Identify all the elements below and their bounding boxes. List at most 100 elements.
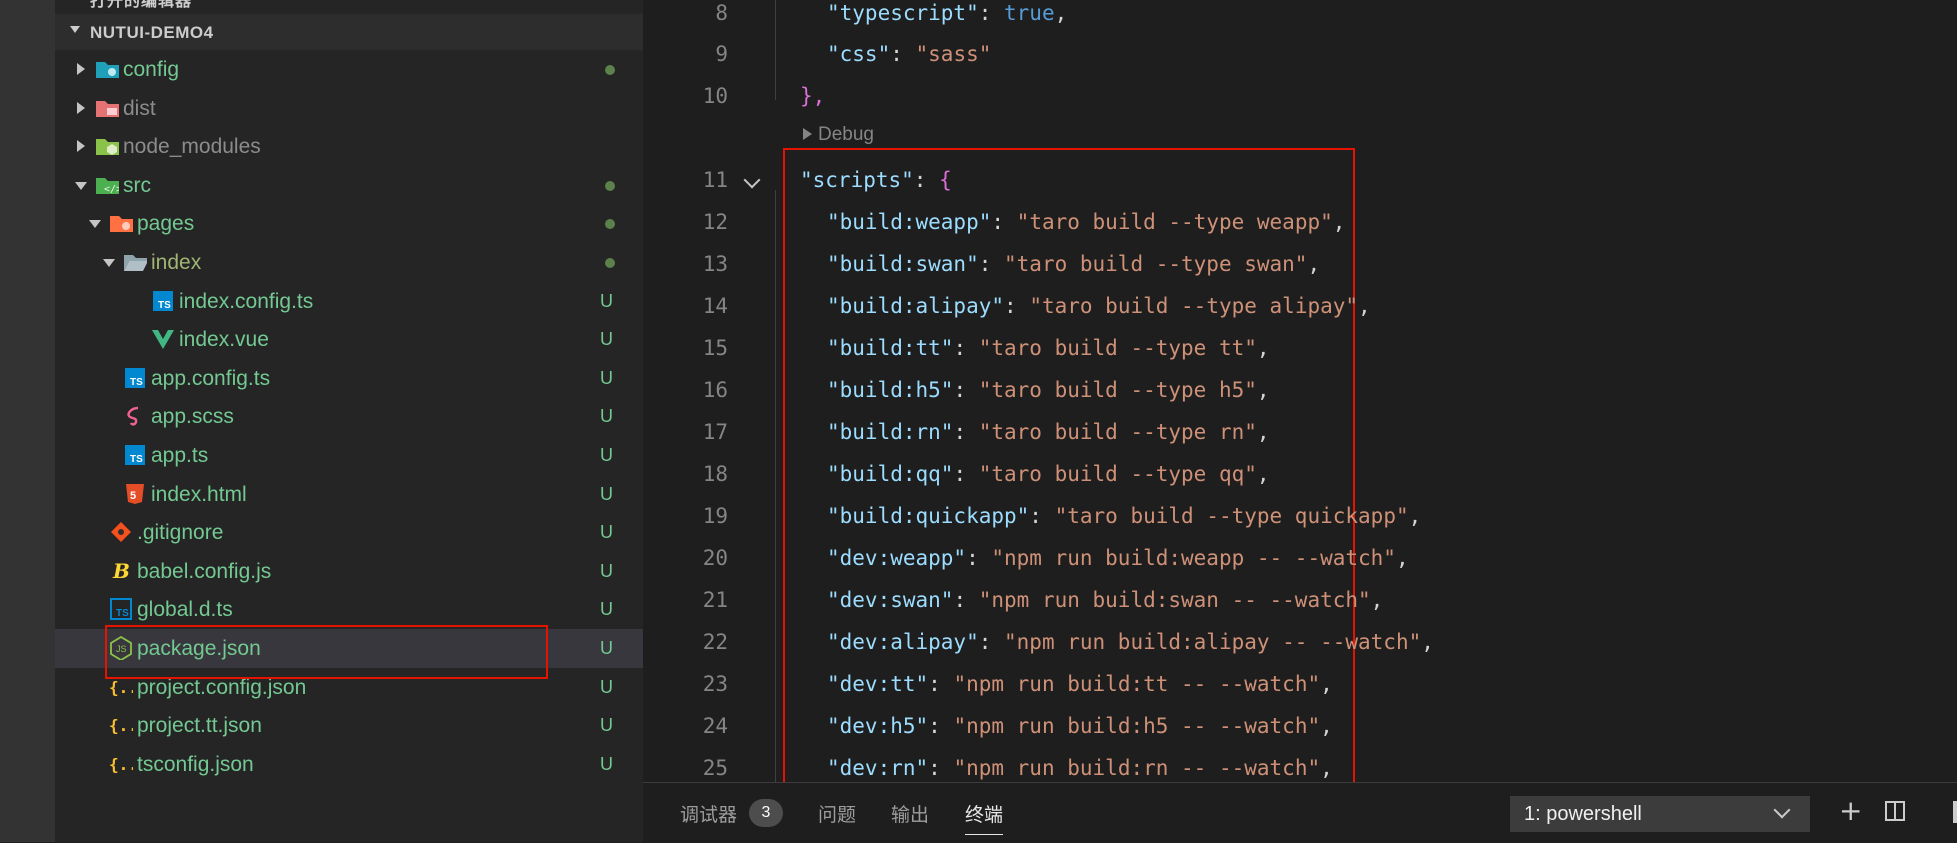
code-line[interactable]: 14 "build:alipay": "taro build --type ali…	[643, 286, 1957, 328]
tree-item[interactable]: .gitignore U	[55, 513, 643, 552]
tree-item[interactable]: Bbabel.config.js U	[55, 552, 643, 591]
code-token: ,	[1320, 756, 1333, 780]
code-line[interactable]: 21 "dev:swan": "npm run build:swan -- --w…	[643, 580, 1957, 622]
code-text: "build:weapp": "taro build --type weapp"…	[827, 210, 1346, 234]
tree-item[interactable]: {..}project.tt.json U	[55, 706, 643, 745]
code-line[interactable]: 12 "build:weapp": "taro build --type weap…	[643, 202, 1957, 244]
open-editors-header[interactable]: 打开的编辑器	[90, 0, 192, 11]
tree-item-label: project.tt.json	[137, 714, 262, 738]
code-text: "typescript": true,	[827, 1, 1068, 25]
tree-item[interactable]: 5 index.html U	[55, 475, 643, 514]
code-line[interactable]: 9 "css": "sass"	[643, 34, 1957, 76]
tree-item[interactable]: index	[55, 243, 643, 282]
code-line[interactable]: 11 "scripts": {	[643, 160, 1957, 202]
code-token: "build:h5"	[827, 378, 954, 402]
code-line[interactable]: 17 "build:rn": "taro build --type rn",	[643, 412, 1957, 454]
code-token: "taro build --type weapp"	[1016, 210, 1333, 234]
line-number: 18	[702, 462, 728, 486]
code-line[interactable]: 25 "dev:rn": "npm run build:rn -- --watch…	[643, 748, 1957, 782]
code-line[interactable]: 22 "dev:alipay": "npm run build:alipay --…	[643, 622, 1957, 664]
typescript-icon: TS	[123, 367, 147, 389]
tree-item[interactable]: </> src	[55, 166, 643, 205]
code-line[interactable]: 20 "dev:weapp": "npm run build:weapp -- -…	[643, 538, 1957, 580]
tree-item[interactable]: {..}tsconfig.json U	[55, 745, 643, 784]
git-status-badge: U	[600, 367, 613, 388]
split-terminal-icon[interactable]	[1885, 801, 1905, 821]
code-line[interactable]: 18 "build:qq": "taro build --type qq",	[643, 454, 1957, 496]
add-terminal-button[interactable]: +	[1839, 797, 1862, 825]
chevron-down-icon[interactable]	[75, 181, 87, 190]
tree-item-label: global.d.ts	[137, 598, 233, 622]
tree-item[interactable]: TS global.d.ts U	[55, 590, 643, 629]
tree-item[interactable]: dist	[55, 89, 643, 128]
code-token: "build:weapp"	[827, 210, 992, 234]
code-token: "dev:alipay"	[827, 630, 979, 654]
modified-dot	[605, 219, 615, 230]
explorer-sidebar: 打开的编辑器 NUTUI-DEMO4 config dist node_module…	[55, 0, 643, 842]
svg-text:{..}: {..}	[109, 755, 133, 774]
tree-item[interactable]: TS app.ts U	[55, 436, 643, 475]
code-line[interactable]: 8 "typescript": true,	[643, 0, 1957, 35]
tree-item[interactable]: TS app.config.ts U	[55, 359, 643, 398]
tree-item-label: tsconfig.json	[137, 752, 254, 776]
tree-item[interactable]: config	[55, 50, 643, 89]
code-line[interactable]: 24 "dev:h5": "npm run build:h5 -- --watch…	[643, 706, 1957, 748]
line-number: 23	[702, 672, 728, 696]
line-number: 10	[702, 84, 728, 108]
tree-item[interactable]: app.scss U	[55, 397, 643, 436]
chevron-down-icon[interactable]	[103, 258, 115, 267]
code-line[interactable]: 23 "dev:tt": "npm run build:tt -- --watch…	[643, 664, 1957, 706]
fold-chevron-icon[interactable]	[743, 171, 761, 189]
code-token: "dev:tt"	[827, 672, 929, 696]
code-text: "dev:rn": "npm run build:rn -- --watch",	[827, 756, 1333, 780]
project-section-header[interactable]: NUTUI-DEMO4	[55, 14, 643, 50]
code-line[interactable]: 13 "build:swan": "taro build --type swan"…	[643, 244, 1957, 286]
code-line[interactable]: 16 "build:h5": "taro build --type h5",	[643, 370, 1957, 412]
tree-item-label: pages	[137, 212, 195, 236]
code-line[interactable]: 15 "build:tt": "taro build --type tt",	[643, 328, 1957, 370]
tree-item-label: babel.config.js	[137, 559, 272, 583]
code-token: "build:tt"	[827, 336, 954, 360]
git-status-badge: U	[600, 560, 613, 581]
chevron-right-icon[interactable]	[77, 101, 85, 114]
git-status-badge: U	[600, 753, 613, 774]
code-token: "npm run build:tt -- --watch"	[953, 672, 1321, 696]
line-number: 13	[702, 252, 728, 276]
debug-codelens[interactable]: Debug	[803, 124, 874, 146]
chevron-down-icon[interactable]	[89, 220, 101, 229]
code-token: ,	[1370, 588, 1384, 612]
code-text: "build:qq": "taro build --type qq",	[827, 462, 1270, 486]
code-token: "npm run build:swan -- --watch"	[978, 588, 1371, 612]
code-text: "build:swan": "taro build --type swan",	[827, 252, 1321, 276]
code-token: "taro build --type h5"	[978, 378, 1257, 402]
trash-icon[interactable]	[1953, 801, 1957, 823]
line-number: 8	[715, 1, 728, 25]
tab-problems[interactable]: 问题	[818, 800, 856, 827]
code-token: "npm run build:alipay -- --watch"	[1004, 630, 1422, 654]
tree-item[interactable]: pages	[55, 204, 643, 243]
line-number: 11	[702, 168, 728, 192]
code-token: ,	[1256, 462, 1270, 486]
code-text: "dev:alipay": "npm run build:alipay -- -…	[827, 630, 1434, 654]
code-token: "npm run build:h5 -- --watch"	[953, 714, 1321, 738]
tree-item[interactable]: node_modules	[55, 127, 643, 166]
svg-text:TS: TS	[158, 300, 171, 311]
chevron-right-icon[interactable]	[77, 140, 85, 153]
tree-item[interactable]: TS index.config.ts U	[55, 282, 643, 321]
git-status-badge: U	[600, 444, 613, 465]
code-token: "taro build --type quickapp"	[1054, 504, 1409, 528]
terminal-select[interactable]: 1: powershell	[1510, 796, 1810, 832]
tree-item[interactable]: index.vue U	[55, 320, 643, 359]
tab-terminal[interactable]: 终端	[965, 800, 1004, 835]
code-token: ,	[1395, 546, 1409, 570]
code-editor[interactable]: Debug 8 "typescript": true, 9 "css": "sass"…	[643, 0, 1957, 782]
tree-item-label: index.config.ts	[179, 289, 314, 313]
folder-open-icon	[123, 251, 147, 273]
folder-pages-icon	[109, 212, 133, 234]
code-line[interactable]: 10},	[643, 76, 1957, 118]
git-status-badge: U	[600, 406, 613, 427]
chevron-right-icon[interactable]	[77, 63, 85, 75]
tab-debug-console[interactable]: 调试器	[680, 800, 737, 827]
tab-output[interactable]: 输出	[891, 800, 929, 827]
code-line[interactable]: 19 "build:quickapp": "taro build --type q…	[643, 496, 1957, 538]
